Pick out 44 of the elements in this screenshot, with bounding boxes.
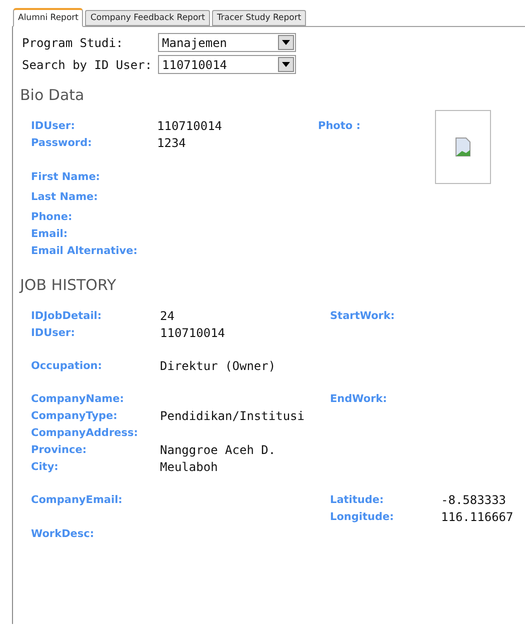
field-label: StartWork: [330,309,396,324]
field-value: 110710014 [157,118,222,134]
field-label: First Name: [31,170,102,184]
field-label: Phone: [31,210,74,224]
field-label: Search by ID User: [22,56,154,74]
field-label: IDUser: [31,326,76,341]
field-value: 1234 [157,134,186,152]
field-value: Meulaboh [160,459,218,476]
field-label: Occupation: [31,359,103,374]
field-value: 110710014 [160,325,226,342]
field-value: Pendidikan/Institusi [160,408,304,425]
tab[interactable]: Tracer Study Report [212,10,306,26]
field-label: Latitude: [330,493,385,508]
field-value: 24 [160,308,174,325]
field-label: EndWork: [330,392,388,407]
dropdown[interactable]: Manajemen [158,33,296,52]
field-label: Email: [31,226,69,242]
field-value: Direktur (Owner) [160,358,276,375]
field-label: Program Studi: [22,34,124,52]
field-label: CompanyType: [31,409,118,424]
field-label: Last Name: [31,190,99,204]
field-label: IDUser: [31,118,76,134]
field-value: Nanggroe Aceh D. [160,442,276,459]
field-label: Province: [31,443,88,458]
caret-icon [278,57,294,72]
field-label: CompanyName: [31,392,125,407]
tab[interactable]: Company Feedback Report [85,10,210,26]
field-label: IDJobDetail: [31,309,103,324]
dropdown[interactable]: 110710014 [158,55,296,74]
field-label: WorkDesc: [31,527,96,542]
field-label: Password: [31,136,93,150]
broken-image-icon [455,136,471,156]
field-value: 116.116667 [441,509,514,526]
field-label: City: [31,460,60,475]
section-heading: Bio Data [19,85,86,106]
field-value: -8.583333 [441,492,506,509]
field-label: Photo : [318,118,362,134]
tab[interactable]: Alumni Report [13,8,84,27]
field-label: CompanyEmail: [31,493,124,508]
field-label: CompanyAddress: [31,426,139,441]
field-label: Email Alternative: [31,244,138,258]
field-label: Longitude: [330,510,395,525]
section-heading: JOB HISTORY [18,274,118,296]
caret-icon [278,35,294,50]
